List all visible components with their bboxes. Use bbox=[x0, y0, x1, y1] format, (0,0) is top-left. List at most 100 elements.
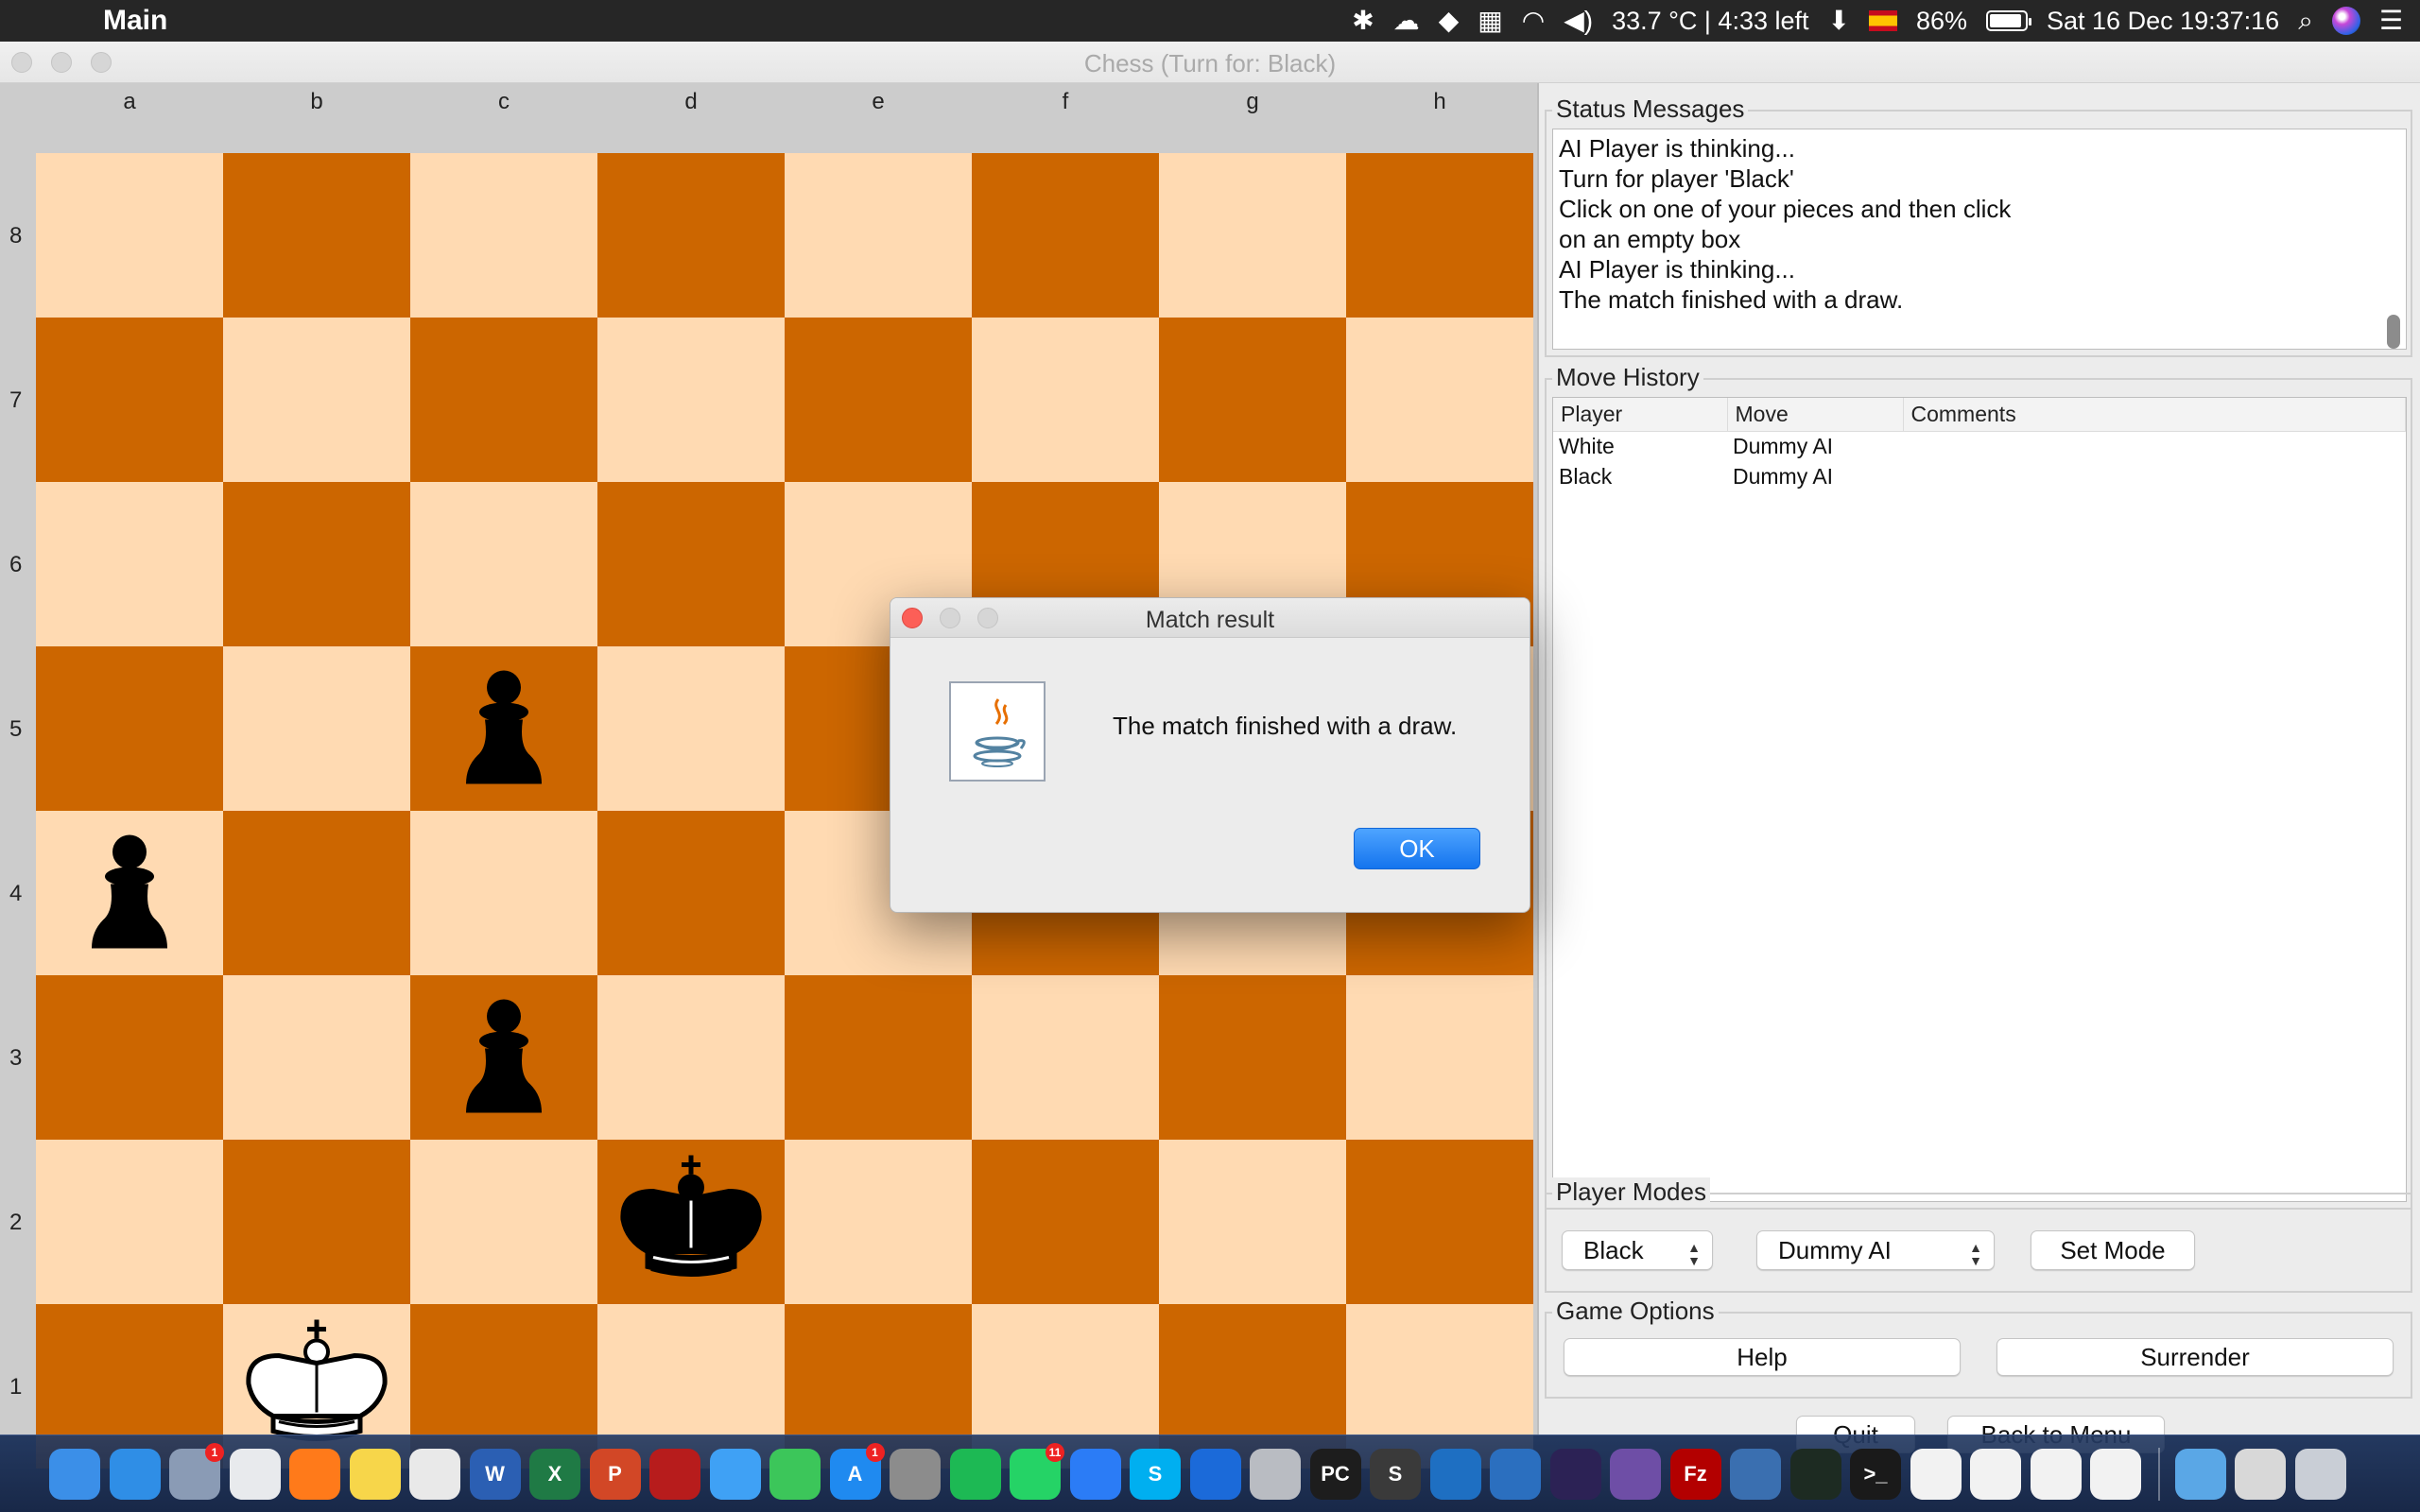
github-icon[interactable] bbox=[1610, 1449, 1661, 1500]
notification-center-icon[interactable]: ☰ bbox=[2379, 8, 2403, 34]
app-store-icon[interactable]: A1 bbox=[829, 1443, 885, 1500]
powerpoint-icon[interactable]: P bbox=[589, 1449, 641, 1500]
board-square-h2[interactable] bbox=[1346, 1140, 1533, 1304]
board-square-d7[interactable] bbox=[597, 318, 785, 482]
board-square-b6[interactable] bbox=[223, 482, 410, 646]
black-pawn-icon[interactable] bbox=[73, 830, 186, 957]
table-row[interactable]: White Dummy AI bbox=[1553, 432, 2406, 462]
skype-icon[interactable]: S bbox=[1130, 1449, 1181, 1500]
settings-app-icon[interactable] bbox=[1250, 1449, 1301, 1500]
board-square-c6[interactable] bbox=[410, 482, 597, 646]
activity-monitor-icon[interactable] bbox=[1789, 1449, 1841, 1500]
board-square-e7[interactable] bbox=[785, 318, 972, 482]
dropbox-icon[interactable]: ◆ bbox=[1439, 8, 1460, 34]
vscode-icon[interactable] bbox=[1429, 1449, 1481, 1500]
word-icon[interactable]: W bbox=[469, 1449, 521, 1500]
board-square-d6[interactable] bbox=[597, 482, 785, 646]
history-column-header[interactable]: Player bbox=[1553, 398, 1728, 432]
board-square-d5[interactable] bbox=[597, 646, 785, 811]
status-messages-area[interactable]: - - - AI Player is thinking...Turn for p… bbox=[1552, 129, 2407, 350]
board-square-d2[interactable] bbox=[597, 1140, 785, 1304]
mode-select[interactable]: Dummy AI ▲ ▼ bbox=[1756, 1230, 1995, 1270]
black-king-icon[interactable] bbox=[615, 1154, 767, 1291]
filezilla-icon[interactable]: Fz bbox=[1669, 1449, 1721, 1500]
status-scrollbar[interactable] bbox=[2387, 315, 2400, 349]
board-square-h3[interactable] bbox=[1346, 975, 1533, 1140]
board-square-b5[interactable] bbox=[223, 646, 410, 811]
board-square-c7[interactable] bbox=[410, 318, 597, 482]
board-square-a5[interactable] bbox=[36, 646, 223, 811]
board-square-e3[interactable] bbox=[785, 975, 972, 1140]
bluetooth-icon[interactable]: ✱ bbox=[1352, 8, 1374, 34]
board-square-a6[interactable] bbox=[36, 482, 223, 646]
wifi-icon[interactable]: ◠ bbox=[1522, 8, 1545, 34]
firefox-icon[interactable] bbox=[289, 1449, 340, 1500]
board-square-d4[interactable] bbox=[597, 811, 785, 975]
board-square-g3[interactable] bbox=[1159, 975, 1346, 1140]
memory-icon[interactable]: ▦ bbox=[1478, 8, 1502, 34]
board-square-a7[interactable] bbox=[36, 318, 223, 482]
terminal-icon[interactable]: >_ bbox=[1850, 1449, 1901, 1500]
clock[interactable]: Sat 16 Dec 19:37:16 bbox=[2047, 7, 2279, 36]
board-square-a3[interactable] bbox=[36, 975, 223, 1140]
board-square-a4[interactable] bbox=[36, 811, 223, 975]
ok-button[interactable]: OK bbox=[1354, 828, 1480, 869]
board-square-g2[interactable] bbox=[1159, 1140, 1346, 1304]
safari-icon[interactable] bbox=[109, 1449, 161, 1500]
window-titlebar[interactable]: Chess (Turn for: Black) bbox=[0, 42, 2420, 83]
surrender-button[interactable]: Surrender bbox=[1996, 1338, 2394, 1376]
textedit-icon[interactable] bbox=[409, 1449, 460, 1500]
volume-icon[interactable]: ◀) bbox=[1564, 8, 1593, 34]
board-square-b8[interactable] bbox=[223, 153, 410, 318]
board-square-e8[interactable] bbox=[785, 153, 972, 318]
java-app-1-icon[interactable] bbox=[1910, 1449, 1962, 1500]
spotlight-search-icon[interactable]: ⌕ bbox=[2298, 8, 2313, 34]
java-app-2-icon[interactable] bbox=[1970, 1449, 2021, 1500]
board-square-g8[interactable] bbox=[1159, 153, 1346, 318]
sublime-icon[interactable]: S bbox=[1370, 1449, 1421, 1500]
set-mode-button[interactable]: Set Mode bbox=[2031, 1230, 2195, 1270]
battery-icon[interactable] bbox=[1986, 10, 2032, 31]
acrobat-icon[interactable] bbox=[649, 1449, 700, 1500]
input-source-flag-icon[interactable] bbox=[1868, 10, 1897, 31]
player-select[interactable]: Black ▲ ▼ bbox=[1562, 1230, 1713, 1270]
board-square-b4[interactable] bbox=[223, 811, 410, 975]
whatsapp-icon[interactable]: 11 bbox=[1010, 1443, 1064, 1500]
messenger-icon[interactable] bbox=[1069, 1449, 1121, 1500]
pycharm-icon[interactable]: PC bbox=[1309, 1449, 1361, 1500]
board-square-c8[interactable] bbox=[410, 153, 597, 318]
eclipse-icon[interactable] bbox=[1549, 1449, 1601, 1500]
cloud-sync-icon[interactable]: ☁ bbox=[1393, 8, 1420, 34]
board-square-c5[interactable] bbox=[410, 646, 597, 811]
java-app-3-icon[interactable] bbox=[2030, 1449, 2082, 1500]
move-history-table-area[interactable]: Player Move Comments White Dummy AI Black Dum… bbox=[1552, 397, 2407, 1202]
board-square-b7[interactable] bbox=[223, 318, 410, 482]
virtualbox-icon[interactable] bbox=[1730, 1449, 1781, 1500]
history-column-header[interactable]: Comments bbox=[1903, 398, 2406, 432]
board-square-a8[interactable] bbox=[36, 153, 223, 318]
board-square-e2[interactable] bbox=[785, 1140, 972, 1304]
board-square-c2[interactable] bbox=[410, 1140, 597, 1304]
board-square-a2[interactable] bbox=[36, 1140, 223, 1304]
board-square-f2[interactable] bbox=[972, 1140, 1159, 1304]
facetime-icon[interactable] bbox=[769, 1449, 821, 1500]
java-app-4-icon[interactable] bbox=[2090, 1449, 2141, 1500]
black-pawn-icon[interactable] bbox=[447, 994, 561, 1122]
dialog-titlebar[interactable]: Match result bbox=[890, 598, 1530, 638]
finder-icon[interactable] bbox=[49, 1449, 100, 1500]
excel-icon[interactable]: X bbox=[529, 1449, 580, 1500]
board-square-f7[interactable] bbox=[972, 318, 1159, 482]
app-menu[interactable]: Main bbox=[103, 4, 167, 38]
board-square-d8[interactable] bbox=[597, 153, 785, 318]
board-square-b2[interactable] bbox=[223, 1140, 410, 1304]
folder-stack-icon[interactable] bbox=[2174, 1449, 2226, 1500]
xcode-icon[interactable] bbox=[1490, 1449, 1541, 1500]
battery-percent[interactable]: 86% bbox=[1916, 7, 1967, 36]
board-square-f3[interactable] bbox=[972, 975, 1159, 1140]
help-button[interactable]: Help bbox=[1564, 1338, 1961, 1376]
trash-icon[interactable] bbox=[2294, 1449, 2346, 1500]
spotify-icon[interactable] bbox=[949, 1449, 1001, 1500]
documents-stack-icon[interactable] bbox=[2235, 1449, 2286, 1500]
board-square-d3[interactable] bbox=[597, 975, 785, 1140]
teamviewer-icon[interactable] bbox=[1189, 1449, 1241, 1500]
